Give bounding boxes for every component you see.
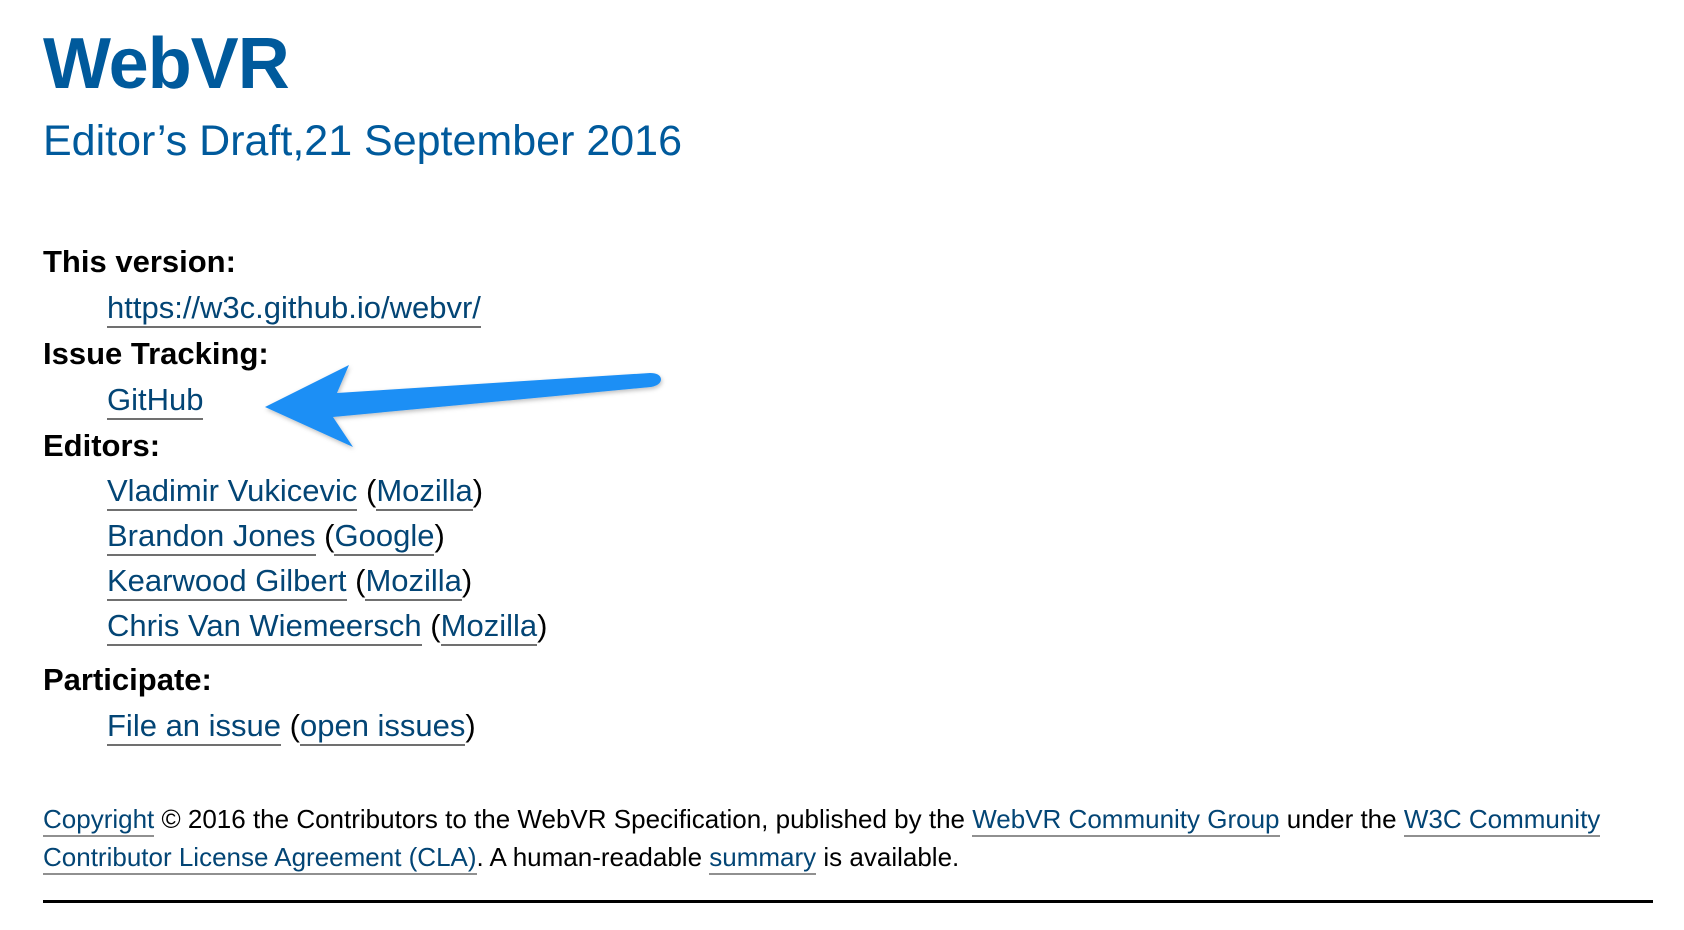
copyright-text: under the <box>1279 804 1404 834</box>
editor-row: Kearwood Gilbert (Mozilla) <box>107 558 1653 603</box>
annotation-arrow-icon <box>265 365 661 447</box>
participate-label: Participate: <box>43 662 212 697</box>
github-link[interactable]: GitHub <box>107 382 204 420</box>
file-issue-link[interactable]: File an issue <box>107 708 282 746</box>
copyright-text: . A human-readable <box>476 842 710 872</box>
participate-row: File an issue (open issues) <box>107 702 1653 750</box>
editor-name-link[interactable]: Chris Van Wiemeersch <box>107 608 422 646</box>
spec-metadata: This version: https://w3c.github.io/webv… <box>43 240 1653 750</box>
summary-link[interactable]: summary <box>709 842 817 875</box>
paren-open: ( <box>421 608 441 643</box>
this-version-row: https://w3c.github.io/webvr/ <box>107 284 1653 332</box>
paren-open: ( <box>281 708 300 743</box>
editor-org-link[interactable]: Mozilla <box>440 608 538 646</box>
copyright-notice: Copyright © 2016 the Contributors to the… <box>43 800 1653 876</box>
paren-open: ( <box>346 563 366 598</box>
copyright-text: is available. <box>816 842 960 872</box>
this-version-link[interactable]: https://w3c.github.io/webvr/ <box>107 290 481 328</box>
editor-name-link[interactable]: Brandon Jones <box>107 518 316 556</box>
paren-close: ) <box>461 563 473 598</box>
page-title: WebVR <box>43 24 290 104</box>
editor-name-link[interactable]: Vladimir Vukicevic <box>107 473 358 511</box>
editor-org-link[interactable]: Google <box>334 518 435 556</box>
editor-row: Brandon Jones (Google) <box>107 513 1653 558</box>
paren-close: ) <box>472 473 484 508</box>
editor-row: Chris Van Wiemeersch (Mozilla) <box>107 603 1653 648</box>
community-group-link[interactable]: WebVR Community Group <box>972 804 1280 837</box>
paren-open: ( <box>357 473 377 508</box>
copyright-text: © 2016 the Contributors to the WebVR Spe… <box>154 804 973 834</box>
editor-org-link[interactable]: Mozilla <box>376 473 473 511</box>
paren-close: ) <box>537 608 548 643</box>
paren-open: ( <box>315 518 335 553</box>
paren-close: ) <box>465 708 476 743</box>
horizontal-rule <box>43 900 1653 903</box>
editor-org-link[interactable]: Mozilla <box>365 563 462 601</box>
this-version-label: This version: <box>43 244 236 279</box>
editor-row: Vladimir Vukicevic (Mozilla) <box>107 468 1653 513</box>
page-subtitle: Editor’s Draft,21 September 2016 <box>43 117 682 165</box>
editor-name-link[interactable]: Kearwood Gilbert <box>107 563 347 601</box>
arrow-shape <box>265 365 661 447</box>
copyright-link[interactable]: Copyright <box>43 804 155 837</box>
paren-close: ) <box>434 518 445 553</box>
open-issues-link[interactable]: open issues <box>299 708 466 746</box>
